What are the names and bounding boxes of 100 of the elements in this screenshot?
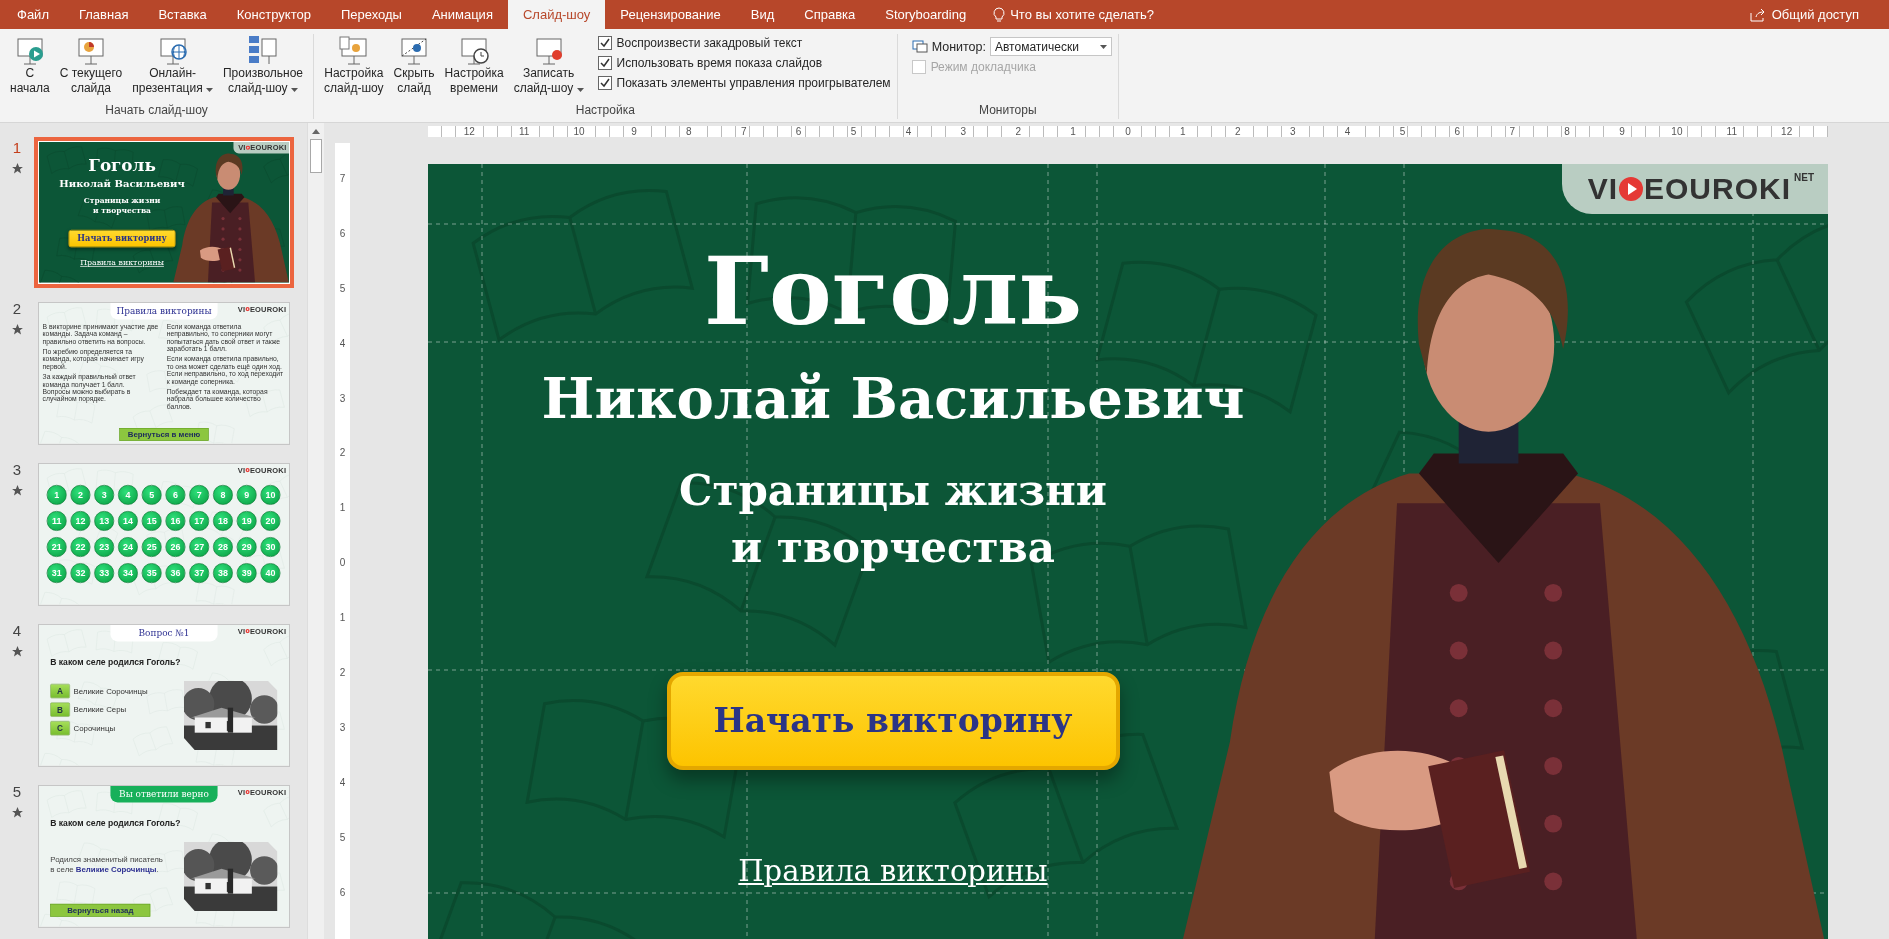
slide-number: 4 (12, 622, 22, 639)
ribbon-tab[interactable]: Анимация (416, 0, 508, 29)
ruler-number: 2 (339, 666, 346, 678)
ruler-number: 1 (339, 612, 346, 624)
question-number-button[interactable]: 15 (141, 510, 162, 531)
question-number-button[interactable]: 7 (189, 484, 210, 505)
question-number-button[interactable]: 39 (236, 563, 257, 584)
monitor-dropdown[interactable]: Автоматически (990, 37, 1112, 56)
ribbon-button[interactable]: Настройка времени (440, 34, 508, 96)
ribbon-button[interactable]: С начала (6, 34, 54, 96)
ribbon-tab[interactable]: Конструктор (221, 0, 326, 29)
question-number-button[interactable]: 19 (236, 510, 257, 531)
logo-suffix: NET (1794, 172, 1814, 183)
question-number-button[interactable]: 10 (260, 484, 281, 505)
question-number-button[interactable]: 18 (212, 510, 233, 531)
scroll-up-icon[interactable] (312, 128, 320, 134)
monitor-icon (911, 39, 928, 54)
question-number-button[interactable]: 33 (94, 563, 115, 584)
ruler-number: 11 (517, 126, 532, 137)
question-number-button[interactable]: 40 (260, 563, 281, 584)
slide-title: Гоголь (88, 155, 156, 175)
question-number-button[interactable]: 25 (141, 537, 162, 558)
answer-button[interactable]: C (50, 721, 70, 736)
question-number-button[interactable]: 21 (46, 537, 67, 558)
question-number-button[interactable]: 17 (189, 510, 210, 531)
question-number-button[interactable]: 31 (46, 563, 67, 584)
question-number-button[interactable]: 8 (212, 484, 233, 505)
question-text: В каком селе родился Гоголь? (50, 657, 181, 667)
ribbon-button[interactable]: Произвольное слайд-шоу (218, 34, 308, 96)
question-number-button[interactable]: 27 (189, 537, 210, 558)
ribbon-tab[interactable]: Storyboarding (870, 0, 982, 29)
question-number-button[interactable]: 1 (46, 484, 67, 505)
ruler-number: 3 (339, 392, 346, 404)
question-number-button[interactable]: 28 (212, 537, 233, 558)
play-icon (245, 628, 250, 634)
question-number-button[interactable]: 11 (46, 510, 67, 531)
start-quiz-button[interactable]: Начать викторину (666, 671, 1120, 770)
ribbon-tab[interactable]: Переходы (325, 0, 417, 29)
ruler-number: 7 (738, 126, 749, 137)
logo-text: VI (1587, 172, 1618, 206)
ruler-number: 6 (1452, 126, 1463, 137)
slide-title: Вопрос №1 (110, 625, 218, 642)
ribbon-button[interactable]: С текущего слайда (55, 34, 127, 96)
question-number-button[interactable]: 24 (117, 537, 138, 558)
question-number-button[interactable]: 16 (165, 510, 186, 531)
ribbon-tab[interactable]: Файл (2, 0, 64, 29)
question-number-button[interactable]: 36 (165, 563, 186, 584)
play-icon (1618, 176, 1644, 202)
question-number-button[interactable]: 3 (94, 484, 115, 505)
ribbon-button[interactable]: Онлайн- презентация (128, 34, 217, 96)
answer-button[interactable]: B (50, 702, 70, 717)
checkbox[interactable]: Воспроизвести закадровый текст (597, 34, 891, 52)
slide-title: Гоголь (704, 240, 1082, 344)
ribbon-tab[interactable]: Рецензирование (605, 0, 736, 29)
answer-button[interactable]: A (50, 683, 70, 699)
question-number-button[interactable]: 29 (236, 537, 257, 558)
ruler-number: 7 (1507, 126, 1517, 137)
ruler-number: 6 (793, 126, 804, 137)
ribbon-button[interactable]: Скрыть слайд (389, 34, 439, 96)
checkbox[interactable]: Показать элементы управления проигрывателем (597, 74, 891, 92)
ribbon-button[interactable]: Записать слайд-шоу (509, 34, 588, 96)
scrollbar-thumb[interactable] (310, 139, 322, 173)
ruler-number: 10 (1669, 126, 1685, 137)
ruler-number: 5 (339, 831, 346, 843)
question-number-button[interactable]: 32 (70, 563, 91, 584)
question-number-button[interactable]: 5 (141, 484, 162, 505)
question-number-button[interactable]: 26 (165, 537, 186, 558)
ruler-number: 5 (1397, 126, 1408, 137)
ribbon-button[interactable]: Настройка слайд-шоу (320, 34, 388, 96)
play-icon (245, 467, 250, 473)
question-number-button[interactable]: 6 (165, 484, 186, 505)
question-number-button[interactable]: 14 (117, 510, 138, 531)
ribbon-tab[interactable]: Слайд-шоу (507, 0, 606, 29)
slide-tagline: Страницы жизни и творчества (679, 464, 1107, 574)
question-number-button[interactable]: 38 (212, 563, 233, 584)
ribbon-tab[interactable]: Вид (735, 0, 790, 29)
slide-number: 1 (12, 139, 22, 156)
question-number-button[interactable]: 23 (94, 537, 115, 558)
start-quiz-button[interactable]: Начать викторину (68, 229, 176, 248)
question-number-button[interactable]: 4 (117, 484, 138, 505)
ribbon-tab[interactable]: Вставка (143, 0, 222, 29)
question-number-button[interactable]: 34 (117, 563, 138, 584)
tell-me-field[interactable]: Что вы хотите сделать? (1010, 7, 1154, 22)
checkbox[interactable]: Использовать время показа слайдов (597, 54, 891, 72)
scrollbar[interactable] (307, 123, 324, 939)
question-number-button[interactable]: 30 (260, 537, 281, 558)
question-number-button[interactable]: 9 (236, 484, 257, 505)
question-number-button[interactable]: 2 (70, 484, 91, 505)
question-number-button[interactable]: 12 (70, 510, 91, 531)
share-button[interactable]: Общий доступ (1771, 7, 1859, 22)
question-number-button[interactable]: 22 (70, 537, 91, 558)
rules-link[interactable]: Правила викторины (738, 853, 1048, 888)
question-number-button[interactable]: 20 (260, 510, 281, 531)
question-number-button[interactable]: 35 (141, 563, 162, 584)
ribbon-tab[interactable]: Главная (63, 0, 144, 29)
question-number-button[interactable]: 13 (94, 510, 115, 531)
ruler-number: 1 (1068, 126, 1078, 137)
play-icon (245, 306, 250, 312)
question-number-button[interactable]: 37 (189, 563, 210, 584)
ribbon-tab[interactable]: Справка (789, 0, 871, 29)
